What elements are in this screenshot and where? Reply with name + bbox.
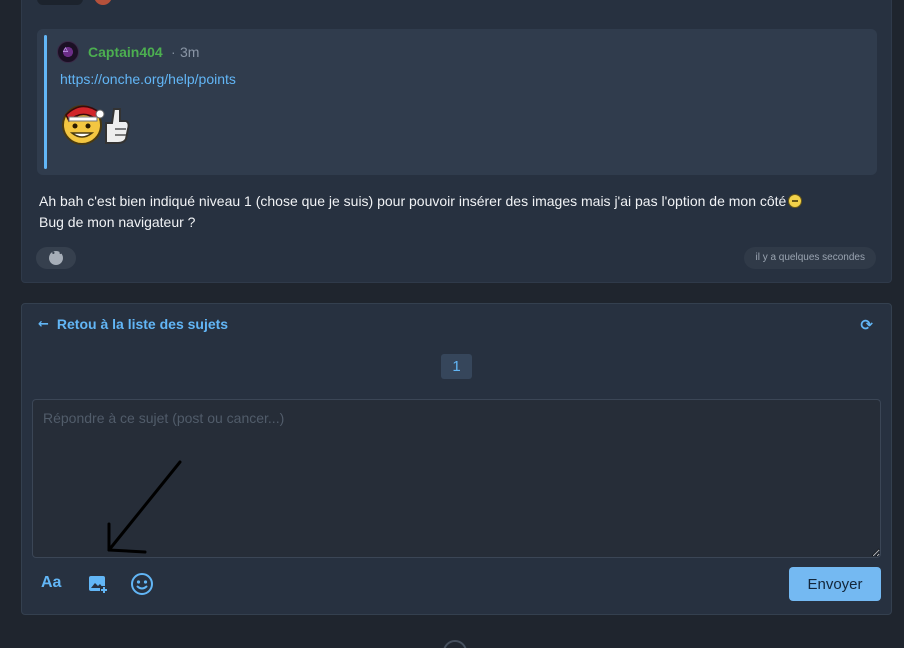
post-timestamp: il y a quelques secondes xyxy=(744,247,876,269)
quote-link[interactable]: https://onche.org/help/points xyxy=(60,71,236,87)
back-to-topics-link[interactable]: ← Retou à la liste des sujets xyxy=(38,316,228,332)
reply-card: ← Retou à la liste des sujets ⟳ 1 Aa Env… xyxy=(21,303,892,615)
quote-separator: · xyxy=(171,44,176,60)
emoji-icon[interactable] xyxy=(130,572,154,596)
back-to-topics-label: Retou à la liste des sujets xyxy=(56,316,229,332)
post-body: Ah bah c'est bien indiqué niveau 1 (chos… xyxy=(39,191,879,233)
reaction-button[interactable] xyxy=(36,247,76,269)
star-badge-icon xyxy=(94,0,112,5)
image-add-icon[interactable] xyxy=(88,574,108,594)
thumbs-up-smiley-icon xyxy=(62,105,130,145)
reaction-icon xyxy=(49,249,63,265)
post-text-line-2: Bug de mon navigateur ? xyxy=(39,214,196,230)
text-format-button[interactable]: Aa xyxy=(41,574,61,592)
quote-block: Captain404 · 3m https://onche.org/help/p… xyxy=(37,29,877,175)
author-avatar[interactable] xyxy=(37,0,83,5)
page-1-button[interactable]: 1 xyxy=(441,354,472,379)
quote-time: 3m xyxy=(180,44,200,60)
send-button[interactable]: Envoyer xyxy=(789,567,881,601)
footer-icon[interactable] xyxy=(443,640,467,648)
post-text-line-1: Ah bah c'est bien indiqué niveau 1 (chos… xyxy=(39,193,787,209)
arrow-left-icon: ← xyxy=(38,316,49,332)
quote-author-avatar[interactable] xyxy=(57,41,79,63)
post-card: Captain404 · 3m https://onche.org/help/p… xyxy=(21,0,892,283)
quote-author-name[interactable]: Captain404 xyxy=(88,44,163,60)
refresh-icon[interactable]: ⟳ xyxy=(860,316,873,334)
reply-input[interactable] xyxy=(32,399,881,558)
thinking-smiley-icon xyxy=(788,194,803,208)
